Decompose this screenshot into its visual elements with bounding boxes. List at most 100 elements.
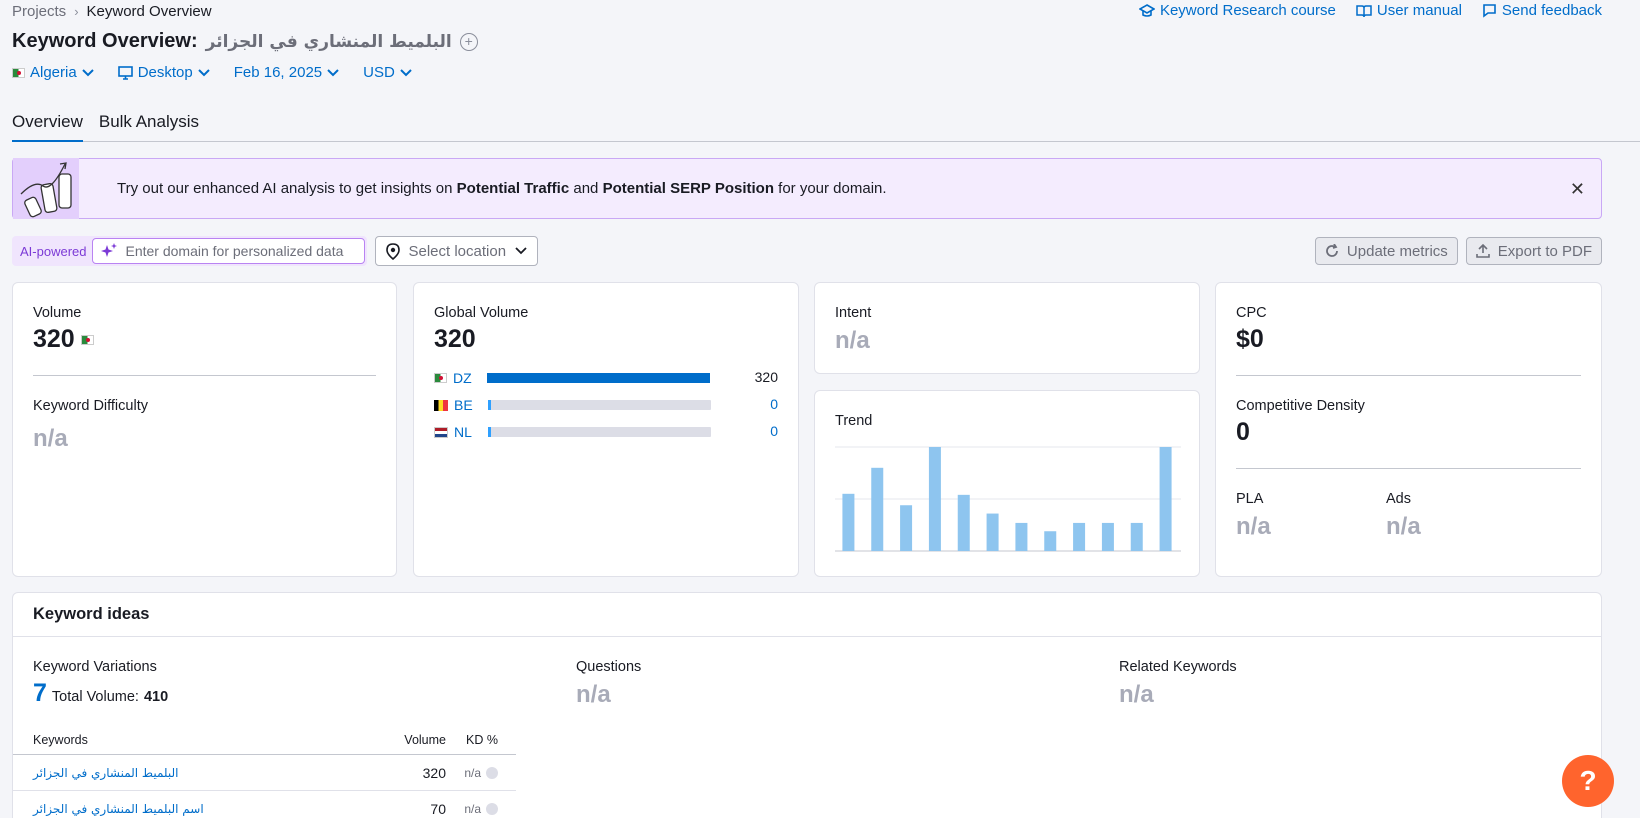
trend-bar[interactable] [1044,531,1057,551]
trend-bar[interactable] [986,513,999,551]
keyword-link[interactable]: البلميط المنشاري في الجزائر [33,766,376,780]
trend-bar[interactable] [957,494,970,551]
questions-section: Questions n/a [576,659,641,709]
volume-share-fill [488,400,491,410]
keyword-link[interactable]: اسم البلميط المنشاري في الجزائر [33,802,376,816]
column-header-volume: Volume [404,732,446,747]
close-icon[interactable]: ✕ [1570,179,1585,200]
tab-overview[interactable]: Overview [12,108,83,142]
chevron-down-icon [327,68,339,77]
country-volume-value: 320 [754,369,778,385]
domain-input[interactable] [125,243,358,259]
top-bar: Projects › Keyword Overview Keyword Rese… [12,0,1640,22]
add-to-list-icon[interactable]: + [459,32,478,51]
domain-input-wrapper [92,238,366,264]
divider [1236,468,1581,469]
top-links: Keyword Research course User manual Send… [1138,2,1602,19]
update-metrics-button[interactable]: Update metrics [1314,237,1458,265]
help-button[interactable]: ? [1562,755,1614,807]
trend-card: Trend [814,390,1200,577]
cpc-card: CPC $0 Competitive Density 0 PLA n/a Ads… [1215,282,1602,577]
variations-count-link[interactable]: 7 [33,679,47,708]
algeria-flag-icon [80,334,94,345]
keyword-volume: 70 [430,800,446,817]
breadcrumb-projects-link[interactable]: Projects [12,3,66,20]
course-link-label: Keyword Research course [1159,2,1336,19]
country-dropdown[interactable]: Algeria [12,64,94,81]
user-manual-link[interactable]: User manual [1356,2,1462,19]
trend-chart [835,446,1181,552]
trend-bar[interactable] [1015,522,1028,551]
location-select[interactable]: Select location [375,236,539,266]
chevron-down-icon [515,247,528,255]
trend-bar[interactable] [1073,522,1086,551]
trend-bar[interactable] [1130,522,1143,551]
global-volume-value: 320 [434,325,476,353]
cpc-label: CPC [1236,305,1267,321]
tools-row: AI-powered Select location Update metric… [12,236,1602,266]
send-feedback-link[interactable]: Send feedback [1482,2,1602,19]
volume-label: Volume [33,305,82,321]
pla-label: PLA [1236,491,1264,507]
ai-powered-label: AI-powered [20,243,87,259]
variations-summary: 7 Total Volume: 410 [33,679,168,708]
volume-card: Volume 320 Keyword Difficulty n/a [12,282,397,577]
breadcrumb-current: Keyword Overview [86,2,212,20]
trend-bar[interactable] [1159,447,1172,551]
global-volume-card: Global Volume 320 DZ 320 BE 0 NL 0 [413,282,799,577]
export-pdf-button[interactable]: Export to PDF [1465,237,1602,265]
trend-bar[interactable] [900,505,913,551]
banner-text-part: and [569,180,603,197]
device-value: Desktop [137,64,193,81]
banner-bold-serp: Potential SERP Position [602,180,774,197]
banner-text-part: Try out our enhanced AI analysis to get … [117,180,457,197]
total-volume-label: Total Volume: [51,689,139,705]
date-dropdown[interactable]: Feb 16, 2025 [234,64,339,81]
ads-value: n/a [1386,513,1421,540]
chat-bubble-icon [1482,3,1497,18]
banner-text-part: for your domain. [773,180,887,197]
country-volume-value[interactable]: 0 [770,396,778,412]
algeria-flag-icon [12,67,25,78]
device-dropdown[interactable]: Desktop [117,64,210,81]
trend-bar[interactable] [1101,522,1114,551]
volume-share-fill [488,427,491,437]
volume-share-fill [487,373,710,383]
trend-bar[interactable] [871,467,884,551]
global-volume-label: Global Volume [434,305,529,321]
country-volume-value[interactable]: 0 [770,423,778,439]
sparkle-icon [101,243,118,259]
tab-bulk-analysis[interactable]: Bulk Analysis [99,108,199,142]
chevron-down-icon [198,68,210,77]
ads-label: Ads [1386,491,1411,507]
chevron-down-icon [400,68,412,77]
keyword-ideas-header: Keyword ideas [13,593,1601,637]
export-pdf-label: Export to PDF [1497,242,1592,260]
country-value: Algeria [30,64,77,81]
trend-bar[interactable] [928,447,941,551]
kd-dot-icon [486,802,498,815]
keyword-difficulty-label: Keyword Difficulty [33,398,148,414]
banner-bold-traffic: Potential Traffic [456,180,570,197]
questions-label: Questions [576,659,642,675]
chevron-right-icon: › [74,3,79,19]
chevron-down-icon [81,68,94,77]
country-code-link[interactable]: DZ [453,370,487,386]
trend-bar[interactable] [842,493,855,551]
country-code-link[interactable]: NL [454,424,488,440]
book-icon [1356,4,1372,18]
location-placeholder: Select location [408,242,507,260]
belgium-flag-icon [434,399,448,411]
divider [33,375,376,376]
upload-icon [1475,244,1490,258]
chart-illustration-icon [13,158,79,219]
currency-dropdown[interactable]: USD [363,64,412,81]
netherlands-flag-icon [434,426,448,438]
country-code-link[interactable]: BE [454,397,488,413]
filters-bar: Algeria Desktop Feb 16, 2025 USD [12,64,412,81]
page-title-prefix: Keyword Overview: [12,30,198,52]
page-title: Keyword Overview: البلميط المنشاري في ال… [12,30,478,53]
volume-share-bar [487,373,710,383]
keyword-research-course-link[interactable]: Keyword Research course [1138,2,1336,19]
intent-card: Intent n/a [814,282,1200,374]
